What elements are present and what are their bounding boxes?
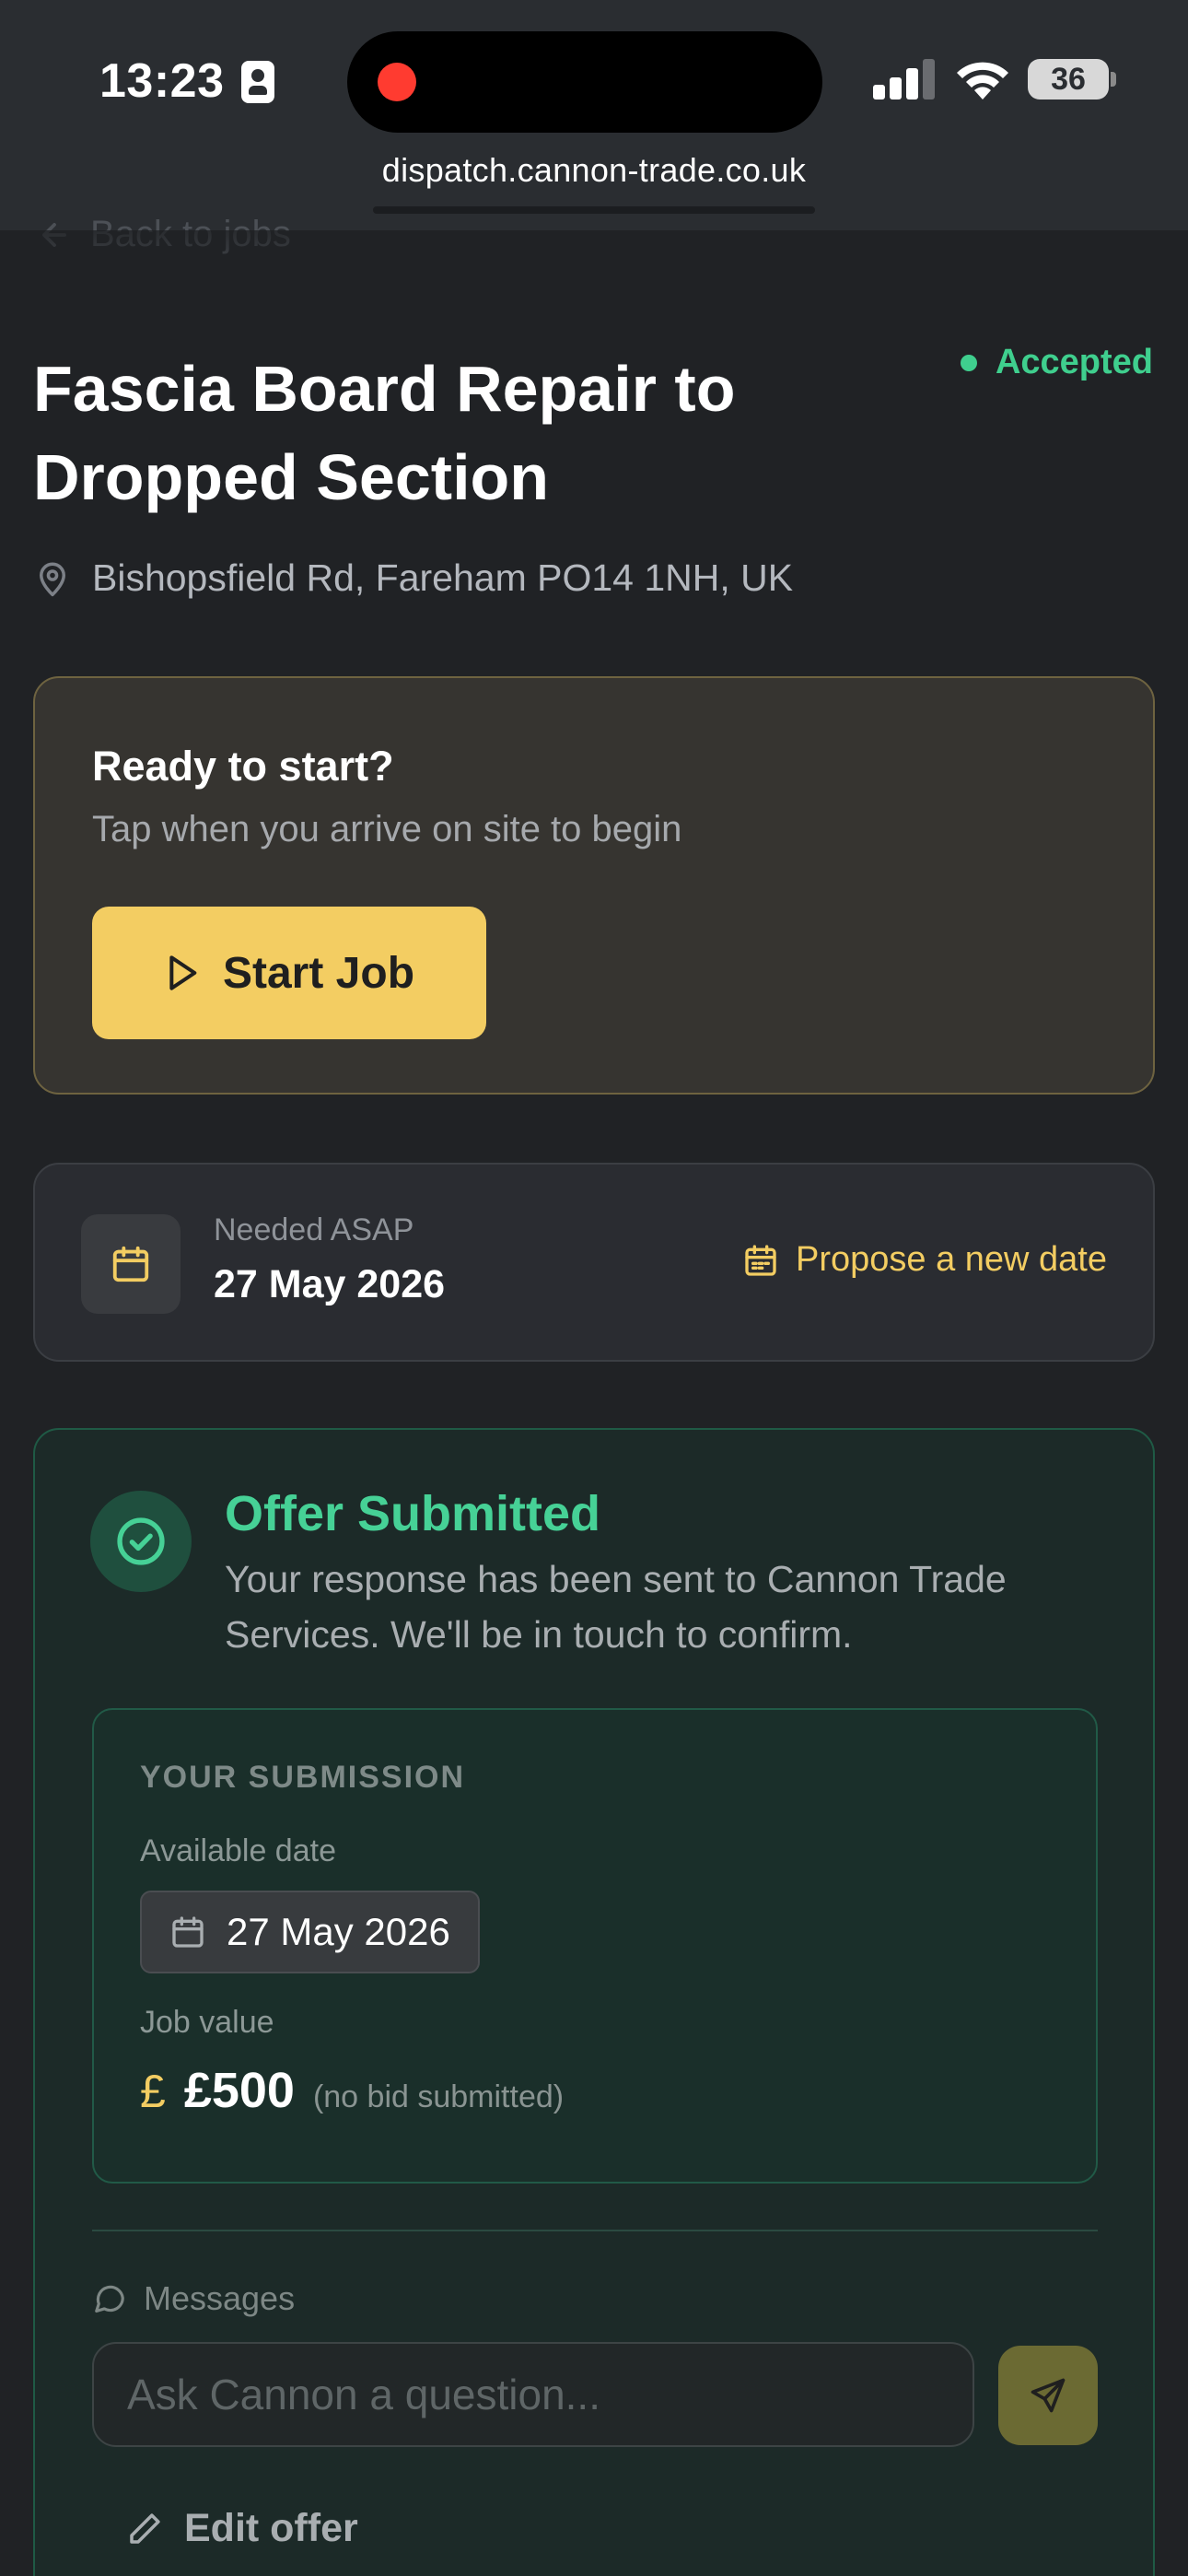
calendar-icon xyxy=(745,1244,776,1276)
offer-icon-badge xyxy=(90,1491,192,1592)
needed-date: 27 May 2026 xyxy=(214,1262,446,1306)
available-date-label: Available date xyxy=(140,1833,336,1868)
job-title: Fascia Board Repair to Dropped Section xyxy=(33,353,736,513)
offer-description: Your response has been sent to Cannon Tr… xyxy=(225,1558,1007,1656)
contact-card-icon xyxy=(241,61,274,103)
wifi-icon xyxy=(954,55,1011,101)
status-time: 13:23 xyxy=(99,54,225,108)
propose-new-date-button[interactable]: Propose a new date xyxy=(742,1240,1107,1280)
battery-icon: 36 xyxy=(1028,59,1109,100)
job-value-label: Job value xyxy=(140,2005,274,2040)
pound-icon: £ xyxy=(140,2066,166,2117)
job-detail-page: 13:23 36 dispatch.cannon-trade.co.uk Bac xyxy=(0,0,1188,2576)
cellular-signal-icon xyxy=(873,59,935,100)
messages-header: Messages xyxy=(92,2279,295,2318)
address-text: Bishopsfield Rd, Fareham PO14 1NH, UK xyxy=(92,556,794,599)
bid-note: (no bid submitted) xyxy=(312,2079,565,2114)
status-label: Accepted xyxy=(995,343,1153,381)
start-job-label: Start Job xyxy=(222,948,415,998)
battery-tip xyxy=(1111,72,1116,87)
offer-title: Offer Submitted xyxy=(225,1486,601,1541)
edit-offer-button[interactable]: Edit offer xyxy=(125,2506,358,2551)
message-input[interactable] xyxy=(92,2342,974,2447)
messages-label: Messages xyxy=(144,2279,296,2317)
send-icon xyxy=(1031,2378,1066,2413)
job-value-row: £ £500 (no bid submitted) xyxy=(140,2062,564,2119)
available-date-value: 27 May 2026 xyxy=(227,1910,450,1953)
play-icon xyxy=(169,955,197,990)
map-pin-icon xyxy=(40,562,65,596)
divider xyxy=(92,2230,1098,2231)
address-bar-url[interactable]: dispatch.cannon-trade.co.uk xyxy=(0,151,1188,190)
propose-label: Propose a new date xyxy=(795,1240,1107,1279)
status-bar: 13:23 36 dispatch.cannon-trade.co.uk xyxy=(0,0,1188,230)
pencil-icon xyxy=(130,2512,160,2544)
job-value-amount: £500 xyxy=(183,2063,295,2118)
check-circle-icon xyxy=(117,1517,165,1565)
job-address: Bishopsfield Rd, Fareham PO14 1NH, UK xyxy=(33,556,793,600)
submission-heading: YOUR SUBMISSION xyxy=(140,1760,466,1795)
calendar-icon xyxy=(172,1916,204,1948)
edit-offer-label: Edit offer xyxy=(184,2506,358,2550)
submission-box: YOUR SUBMISSION Available date 27 May 20… xyxy=(92,1708,1098,2184)
calendar-icon xyxy=(112,1246,149,1282)
dynamic-island xyxy=(347,31,822,133)
ready-to-start-card: Ready to start? Tap when you arrive on s… xyxy=(33,676,1155,1095)
ready-subtitle: Tap when you arrive on site to begin xyxy=(92,809,682,849)
available-date-pill: 27 May 2026 xyxy=(140,1891,480,1973)
recording-indicator-icon xyxy=(378,63,416,101)
scroll-fade xyxy=(0,230,1188,286)
url-underline xyxy=(373,206,815,214)
start-job-button[interactable]: Start Job xyxy=(92,907,486,1039)
chat-bubble-icon xyxy=(95,2285,124,2313)
status-badge: Accepted xyxy=(960,343,1153,382)
offer-submitted-card: Offer Submitted Your response has been s… xyxy=(33,1428,1155,2576)
ready-title: Ready to start? xyxy=(92,743,394,790)
send-message-button[interactable] xyxy=(998,2346,1098,2445)
needed-label: Needed ASAP xyxy=(214,1212,414,1247)
date-icon-box xyxy=(81,1214,181,1314)
status-dot-icon xyxy=(960,354,977,371)
date-card: Needed ASAP 27 May 2026 Propose a new da… xyxy=(33,1163,1155,1362)
